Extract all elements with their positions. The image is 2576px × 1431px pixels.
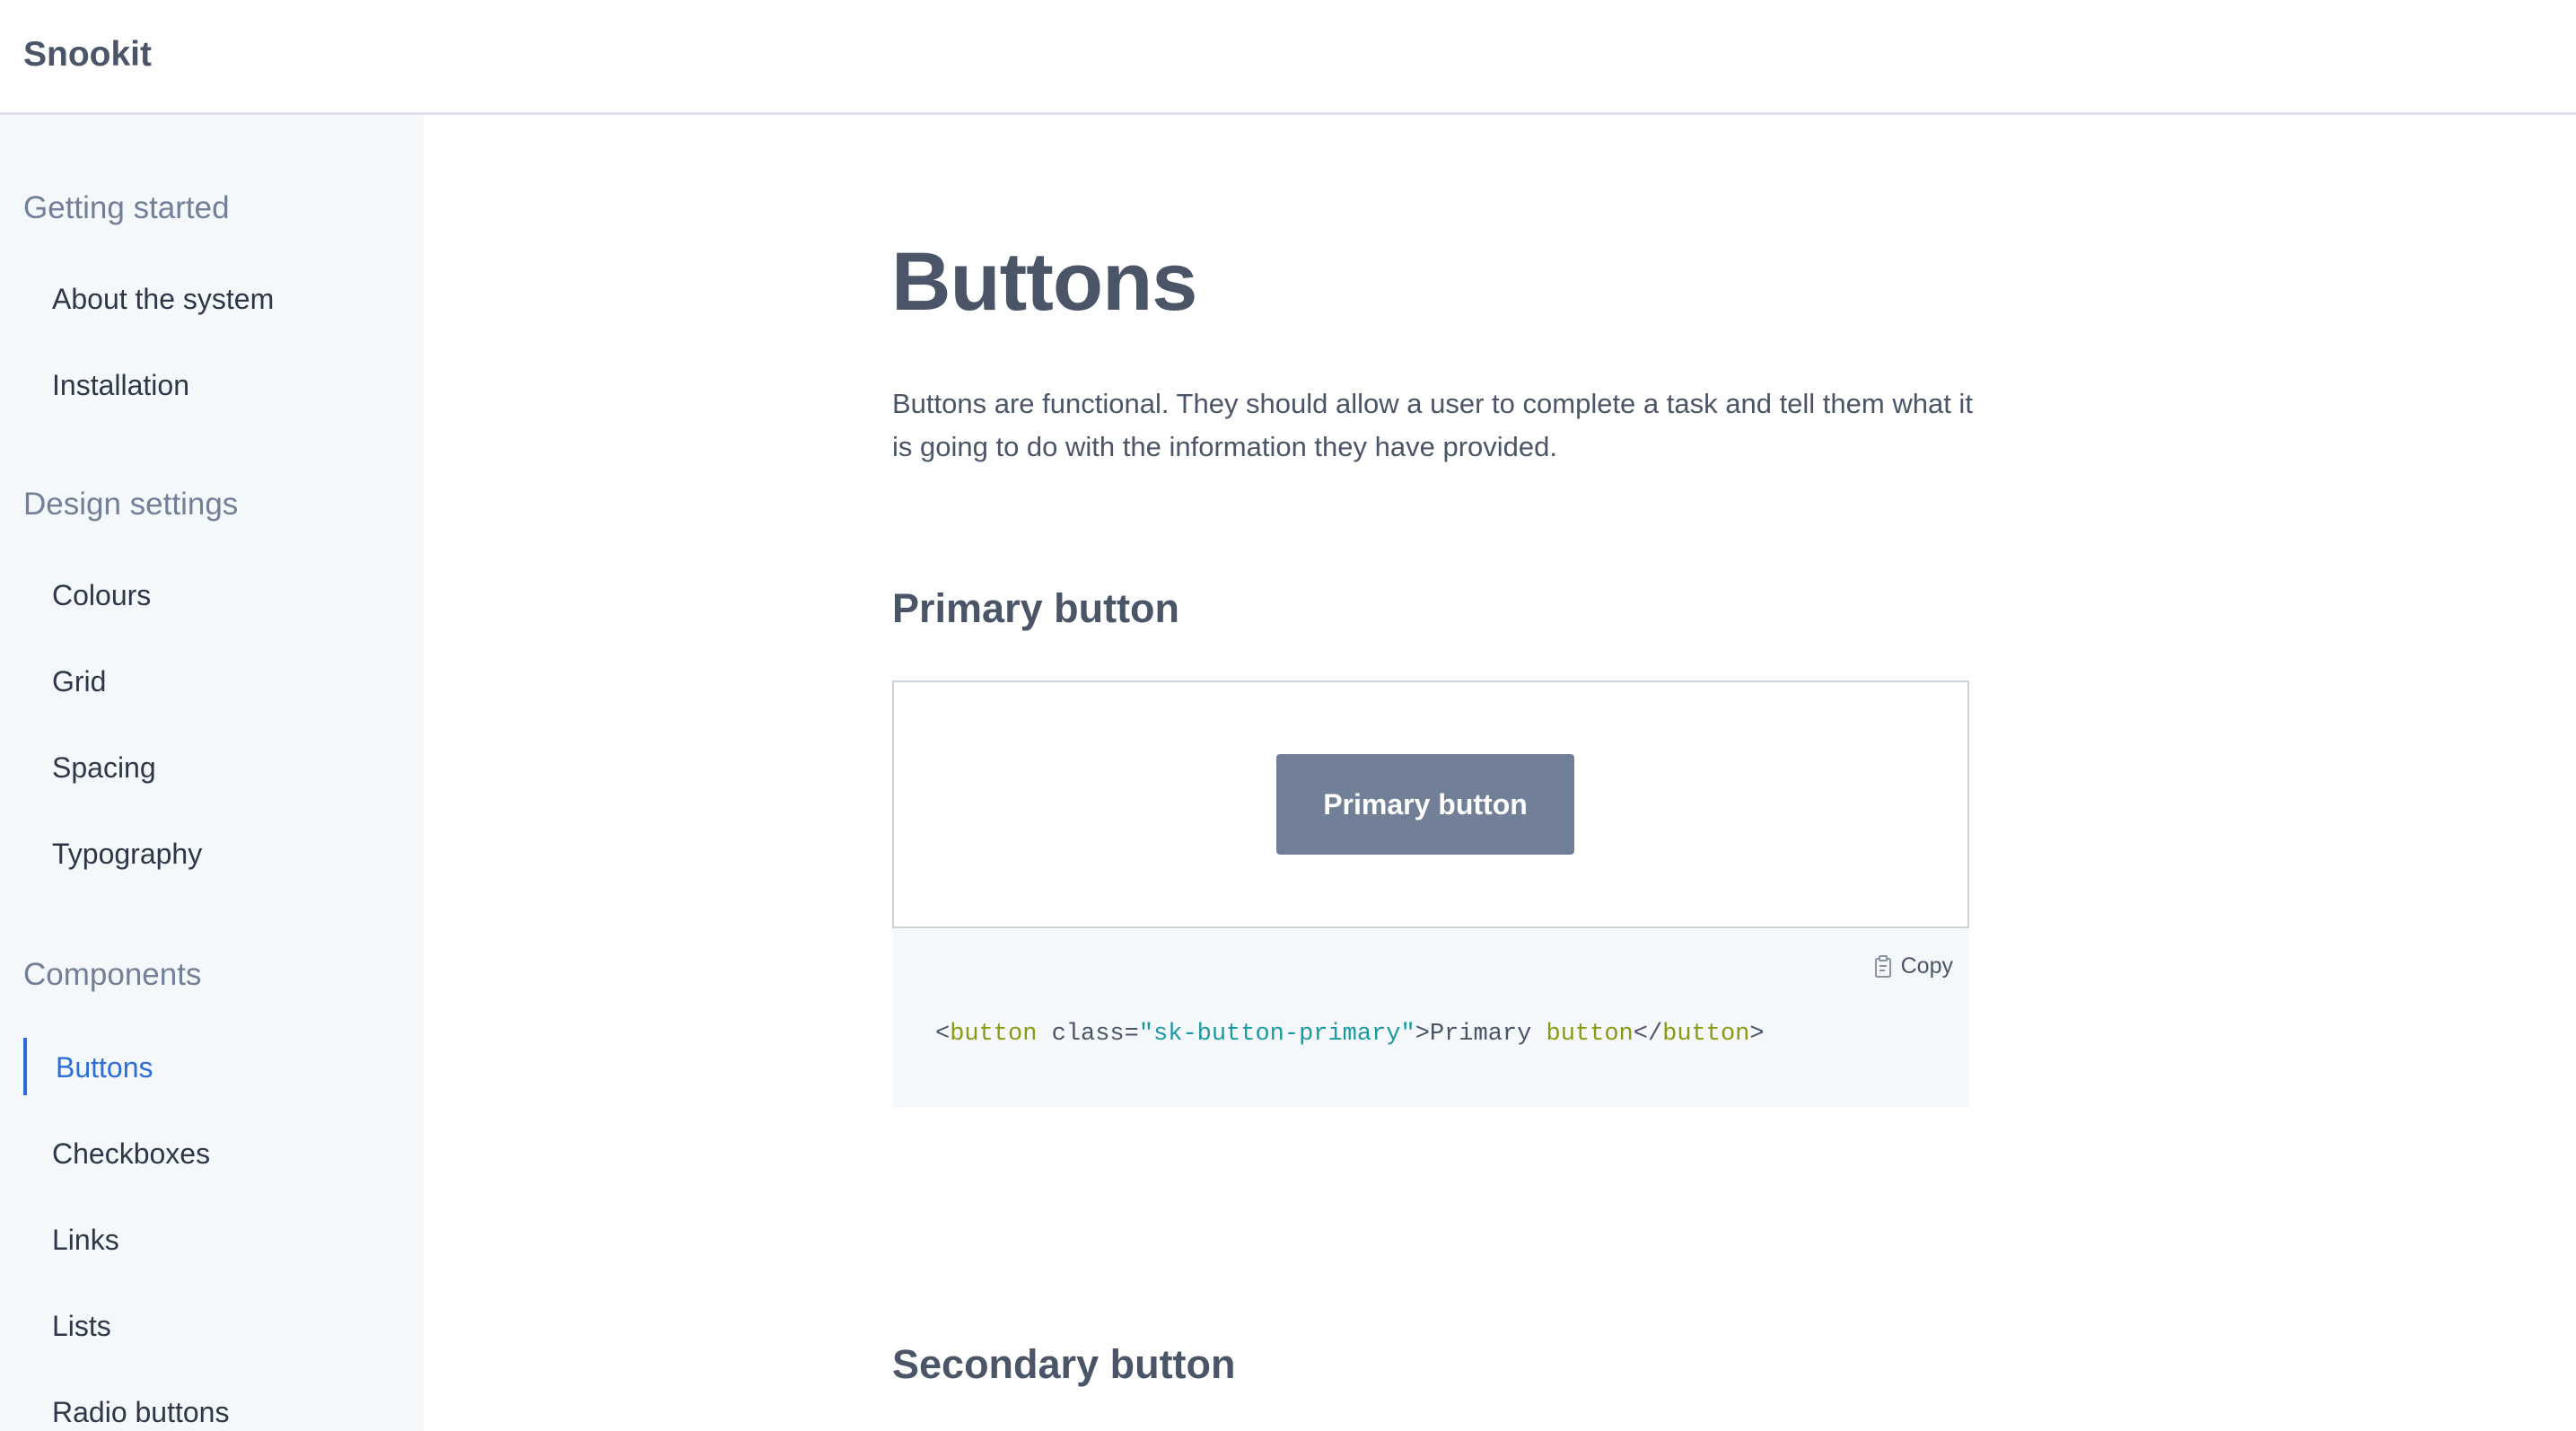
code-token: > [1749, 1021, 1765, 1048]
sidebar-item-checkboxes[interactable]: Checkboxes [52, 1135, 210, 1172]
copy-button[interactable]: Copy [1874, 953, 1953, 979]
code-snippet: Copy <button class="sk-button-primary">P… [892, 928, 1969, 1108]
sidebar-item-about-the-system[interactable]: About the system [52, 280, 274, 318]
nav-heading-design-settings: Design settings [23, 487, 239, 522]
copy-label: Copy [1900, 953, 1953, 979]
primary-button[interactable]: Primary button [1276, 754, 1574, 855]
sidebar-item-radio-buttons[interactable]: Radio buttons [52, 1393, 229, 1431]
code-token: button [1546, 1021, 1634, 1048]
nav-heading-components: Components [23, 957, 202, 992]
sidebar-item-typography[interactable]: Typography [52, 835, 202, 873]
sidebar-item-spacing[interactable]: Spacing [52, 749, 156, 786]
sidebar-item-lists[interactable]: Lists [52, 1307, 111, 1345]
code-token: </ [1633, 1021, 1663, 1048]
sidebar-item-colours[interactable]: Colours [52, 576, 151, 614]
nav-heading-getting-started: Getting started [23, 190, 230, 225]
active-indicator [23, 1038, 27, 1095]
top-bar: Snookit [0, 0, 2576, 115]
code-token: < [935, 1021, 951, 1048]
section-title-secondary-button: Secondary button [892, 1341, 1236, 1387]
code-token: > [1415, 1021, 1430, 1048]
main-content: Buttons Buttons are functional. They sho… [424, 115, 2576, 1431]
intro-paragraph: Buttons are functional. They should allo… [892, 388, 1973, 462]
code-token: class= [1037, 1021, 1139, 1048]
sidebar-item-buttons[interactable]: Buttons [56, 1049, 153, 1086]
section-title-primary-button: Primary button [892, 585, 1180, 631]
page-title: Buttons [891, 236, 1197, 328]
primary-button-demo: Primary button [892, 680, 1969, 928]
clipboard-icon [1874, 954, 1891, 978]
code-token: Primary [1429, 1021, 1546, 1048]
sidebar-item-grid[interactable]: Grid [52, 663, 106, 700]
code-token: button [1662, 1021, 1750, 1048]
code-token: button [950, 1021, 1038, 1048]
code-token: "sk-button-primary" [1138, 1021, 1415, 1048]
sidebar-item-links[interactable]: Links [52, 1221, 119, 1259]
sidebar-item-installation[interactable]: Installation [52, 366, 189, 404]
sidebar-nav: Getting started About the system Install… [0, 115, 424, 1431]
brand-logo[interactable]: Snookit [23, 32, 152, 77]
code-line: <button class="sk-button-primary">Primar… [935, 1018, 1765, 1050]
